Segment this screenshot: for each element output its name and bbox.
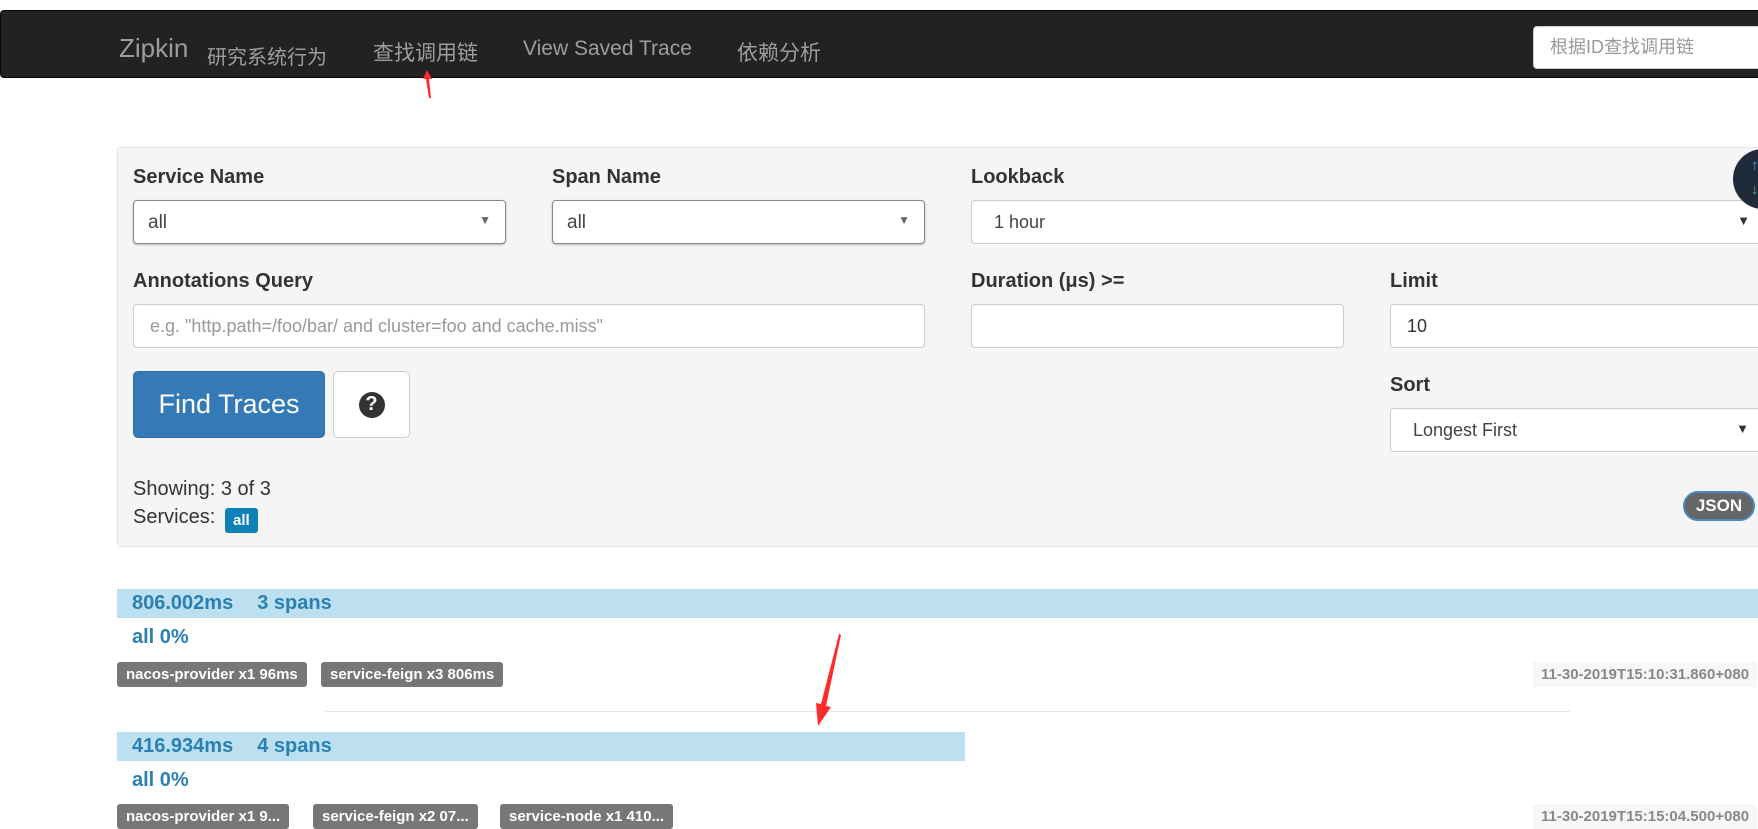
chevron-down-icon: ▼	[479, 213, 491, 227]
limit-label: Limit	[1390, 270, 1438, 292]
trace-header[interactable]: 806.002ms 3 spans	[132, 592, 332, 615]
trace-timestamp: 11-30-2019T15:15:04.500+080	[1533, 804, 1758, 829]
duration-label: Duration (μs) >=	[971, 270, 1125, 292]
arrow-down-icon: ↓	[1751, 181, 1758, 198]
trace-duration: 806.002ms	[132, 592, 234, 614]
trace-duration-bar[interactable]	[117, 589, 1758, 618]
search-panel: Service Name all ▼ Span Name all ▼ Lookb…	[117, 147, 1758, 547]
trace-divider	[325, 711, 1570, 712]
find-traces-button[interactable]: Find Traces	[133, 371, 325, 438]
help-button[interactable]: ?	[333, 371, 410, 438]
trace-summary: all 0%	[132, 769, 189, 791]
sort-label: Sort	[1390, 374, 1430, 396]
limit-input[interactable]	[1390, 304, 1758, 348]
service-badge: service-feign x3 806ms	[321, 662, 504, 687]
navbar: Zipkin 研究系统行为 查找调用链 View Saved Trace 依赖分…	[0, 10, 1758, 78]
trace-header[interactable]: 416.934ms 4 spans	[132, 735, 332, 758]
annotations-query-label: Annotations Query	[133, 270, 314, 292]
sort-select[interactable]: Longest First ▼	[1390, 408, 1758, 452]
trace-duration: 416.934ms	[132, 735, 234, 757]
question-circle-icon: ?	[358, 391, 385, 418]
service-badge: nacos-provider x1 96ms	[117, 662, 307, 687]
service-name-label: Service Name	[133, 166, 265, 188]
service-filter-badge[interactable]: all	[225, 508, 258, 533]
duration-input[interactable]	[971, 304, 1344, 348]
nav-find-traces[interactable]: 查找调用链	[373, 37, 478, 67]
trace-summary: all 0%	[132, 626, 189, 648]
json-button[interactable]: JSON	[1683, 491, 1755, 521]
showing-count: Showing: 3 of 3	[133, 478, 271, 500]
chevron-down-icon: ▼	[1736, 421, 1749, 436]
span-name-select[interactable]: all ▼	[552, 200, 925, 244]
annotation-arrow-icon	[423, 70, 432, 98]
annotation-arrow-icon	[816, 634, 841, 726]
service-badge: service-node x1 410...	[500, 804, 674, 829]
nav-dependencies[interactable]: 依赖分析	[737, 37, 821, 67]
service-badge: nacos-provider x1 9...	[117, 804, 290, 829]
chevron-down-icon: ▼	[1737, 213, 1750, 228]
span-name-label: Span Name	[552, 166, 661, 188]
trace-id-search-input[interactable]	[1533, 26, 1758, 69]
chevron-down-icon: ▼	[898, 213, 910, 227]
brand-logo[interactable]: Zipkin	[119, 33, 188, 64]
lookback-label: Lookback	[971, 166, 1065, 188]
nav-view-saved-trace[interactable]: View Saved Trace	[523, 37, 692, 61]
services-label: Services:	[133, 506, 216, 528]
arrow-up-icon: ↑	[1751, 157, 1758, 174]
trace-span-count: 3 spans	[257, 592, 332, 614]
service-badge: service-feign x2 07...	[313, 804, 478, 829]
annotations-query-input[interactable]	[133, 304, 925, 348]
brand-tagline: 研究系统行为	[207, 47, 327, 69]
trace-timestamp: 11-30-2019T15:10:31.860+080	[1533, 662, 1758, 687]
lookback-select[interactable]: 1 hour ▼	[971, 200, 1758, 244]
trace-span-count: 4 spans	[257, 735, 332, 757]
service-name-select[interactable]: all ▼	[133, 200, 506, 244]
